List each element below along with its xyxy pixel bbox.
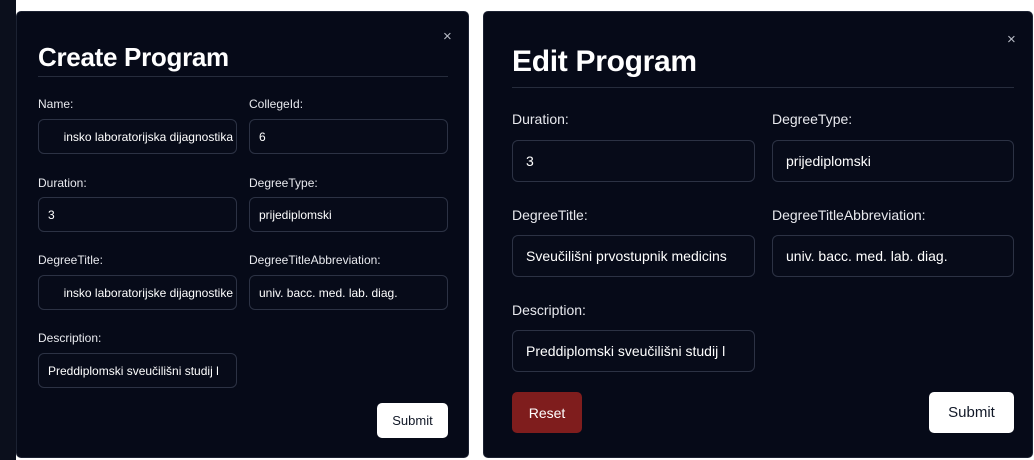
name-input[interactable]: insko laboratorijska dijagnostika (38, 119, 237, 154)
degree-title-abbreviation-label: DegreeTitleAbbreviation: (772, 207, 926, 223)
degree-type-value: prijediplomski (786, 153, 871, 169)
degree-title-label: DegreeTitle: (512, 207, 588, 223)
degree-title-value: Sveučilišni prvostupnik medicins (526, 248, 727, 264)
degree-title-abbreviation-input[interactable]: univ. bacc. med. lab. diag. (249, 275, 448, 310)
name-value: insko laboratorijska dijagnostika (63, 129, 233, 144)
degree-type-input[interactable]: prijediplomski (249, 197, 448, 232)
college-id-value: 6 (259, 129, 266, 144)
name-label: Name: (38, 97, 74, 111)
description-input[interactable]: Preddiplomski sveučilišni studij l (512, 330, 755, 372)
degree-title-value: insko laboratorijske dijagnostike (63, 285, 233, 300)
degree-title-input[interactable]: insko laboratorijske dijagnostike (38, 275, 237, 310)
reset-button[interactable]: Reset (512, 392, 582, 433)
college-id-input[interactable]: 6 (249, 119, 448, 154)
degree-type-label: DegreeType: (772, 111, 853, 127)
modal-title: Edit Program (512, 45, 697, 78)
description-label: Description: (512, 302, 586, 318)
duration-label: Duration: (512, 111, 569, 127)
degree-title-abbreviation-label: DegreeTitleAbbreviation: (249, 253, 381, 267)
duration-input[interactable]: 3 (512, 140, 755, 182)
degree-title-abbreviation-input[interactable]: univ. bacc. med. lab. diag. (772, 235, 1014, 277)
page-backdrop (0, 0, 16, 460)
degree-type-value: prijediplomski (259, 207, 332, 222)
description-label: Description: (38, 331, 102, 345)
degree-type-input[interactable]: prijediplomski (772, 140, 1014, 182)
modal-title: Create Program (38, 42, 229, 72)
duration-input[interactable]: 3 (38, 197, 237, 232)
description-input[interactable]: Preddiplomski sveučilišni studij l (38, 353, 237, 388)
close-icon[interactable]: × (443, 29, 452, 44)
submit-button[interactable]: Submit (377, 403, 448, 438)
duration-value: 3 (48, 207, 55, 222)
degree-title-label: DegreeTitle: (38, 253, 103, 267)
edit-program-modal: Edit Program × Duration: 3 DegreeType: p… (483, 11, 1033, 458)
close-icon[interactable]: × (1007, 32, 1016, 47)
degree-title-abbreviation-value: univ. bacc. med. lab. diag. (786, 248, 948, 264)
description-value: Preddiplomski sveučilišni studij l (48, 363, 219, 378)
college-id-label: CollegeId: (249, 97, 304, 111)
degree-title-input[interactable]: Sveučilišni prvostupnik medicins (512, 235, 755, 277)
submit-button[interactable]: Submit (929, 392, 1014, 433)
duration-label: Duration: (38, 176, 87, 190)
degree-type-label: DegreeType: (249, 176, 318, 190)
description-value: Preddiplomski sveučilišni studij l (526, 343, 726, 359)
title-divider (38, 76, 448, 77)
title-divider (512, 87, 1014, 88)
duration-value: 3 (526, 153, 534, 169)
degree-title-abbreviation-value: univ. bacc. med. lab. diag. (259, 285, 398, 300)
create-program-modal: Create Program × Name: insko laboratorij… (16, 11, 469, 458)
